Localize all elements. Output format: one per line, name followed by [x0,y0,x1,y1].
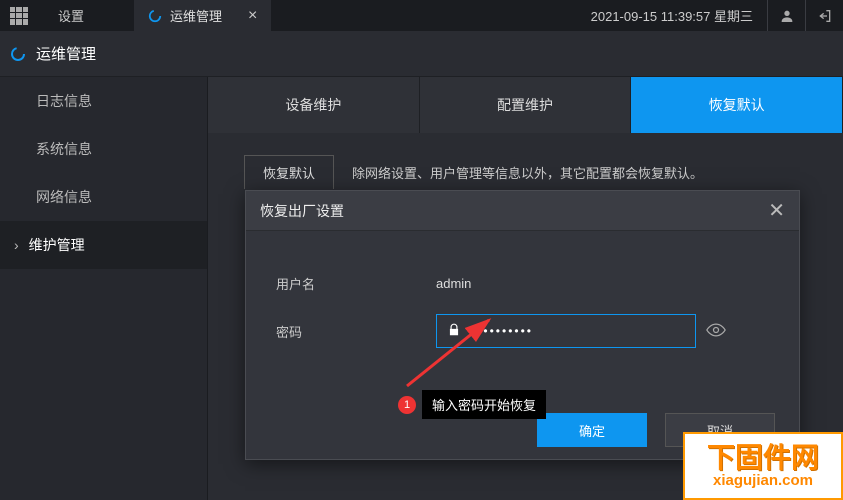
sidebar-item-maintenance[interactable]: › 维护管理 [0,221,207,269]
lock-icon [447,323,461,340]
modal-header: 恢复出厂设置 ✕ [246,191,799,231]
eye-icon[interactable] [706,323,726,340]
page-header: 运维管理 [0,31,843,77]
username-label: 用户名 [276,274,436,293]
password-label: 密码 [276,322,436,341]
subtab-row: 恢复默认 除网络设置、用户管理等信息以外，其它配置都会恢复默认。 [208,133,843,189]
close-icon[interactable]: ✕ [768,198,785,223]
factory-reset-modal: 恢复出厂设置 ✕ 用户名 admin 密码 •••••••••• 确定 取消 [245,190,800,460]
password-value: •••••••••• [471,324,685,338]
tab-label: 运维管理 [170,6,222,25]
username-value: admin [436,276,471,291]
chevron-right-icon: › [14,237,19,253]
confirm-button[interactable]: 确定 [537,413,647,447]
spinner-icon [148,9,162,23]
subtab-description: 除网络设置、用户管理等信息以外，其它配置都会恢复默认。 [352,163,703,182]
tabbar: 设备维护 配置维护 恢复默认 [208,77,843,133]
watermark-text-cn: 下固件网 [707,444,819,472]
tab-maintenance[interactable]: 运维管理 × [134,0,271,31]
password-input[interactable]: •••••••••• [436,314,696,348]
tab-restore-default[interactable]: 恢复默认 [631,77,843,133]
modal-title: 恢复出厂设置 [260,201,344,221]
page-title: 运维管理 [36,43,96,64]
tab-config-maintain[interactable]: 配置维护 [420,77,632,133]
username-row: 用户名 admin [276,259,769,307]
sidebar-item-system[interactable]: 系统信息 [0,125,207,173]
watermark-url: xiagujian.com [713,472,813,489]
spinner-icon [10,46,26,62]
sidebar-item-log[interactable]: 日志信息 [0,77,207,125]
sidebar-item-label: 维护管理 [29,235,85,255]
tab-device-maintain[interactable]: 设备维护 [208,77,420,133]
logout-icon[interactable] [805,0,843,31]
sidebar-item-label: 日志信息 [36,91,92,111]
apps-icon[interactable] [10,7,28,25]
sidebar-item-label: 系统信息 [36,139,92,159]
close-icon[interactable]: × [248,7,257,25]
annotation-callout: 1 输入密码开始恢复 [398,390,546,419]
watermark: 下固件网 xiagujian.com [683,432,843,500]
callout-number: 1 [398,396,416,414]
subtab-restore-default[interactable]: 恢复默认 [244,155,334,189]
callout-text: 输入密码开始恢复 [422,390,546,419]
user-icon[interactable] [767,0,805,31]
sidebar-item-label: 网络信息 [36,187,92,207]
sidebar: 日志信息 系统信息 网络信息 › 维护管理 [0,77,208,500]
password-row: 密码 •••••••••• [276,307,769,355]
sidebar-item-network[interactable]: 网络信息 [0,173,207,221]
datetime-display: 2021-09-15 11:39:57 星期三 [591,6,753,25]
settings-link[interactable]: 设置 [38,6,104,25]
topbar: 设置 运维管理 × 2021-09-15 11:39:57 星期三 [0,0,843,31]
